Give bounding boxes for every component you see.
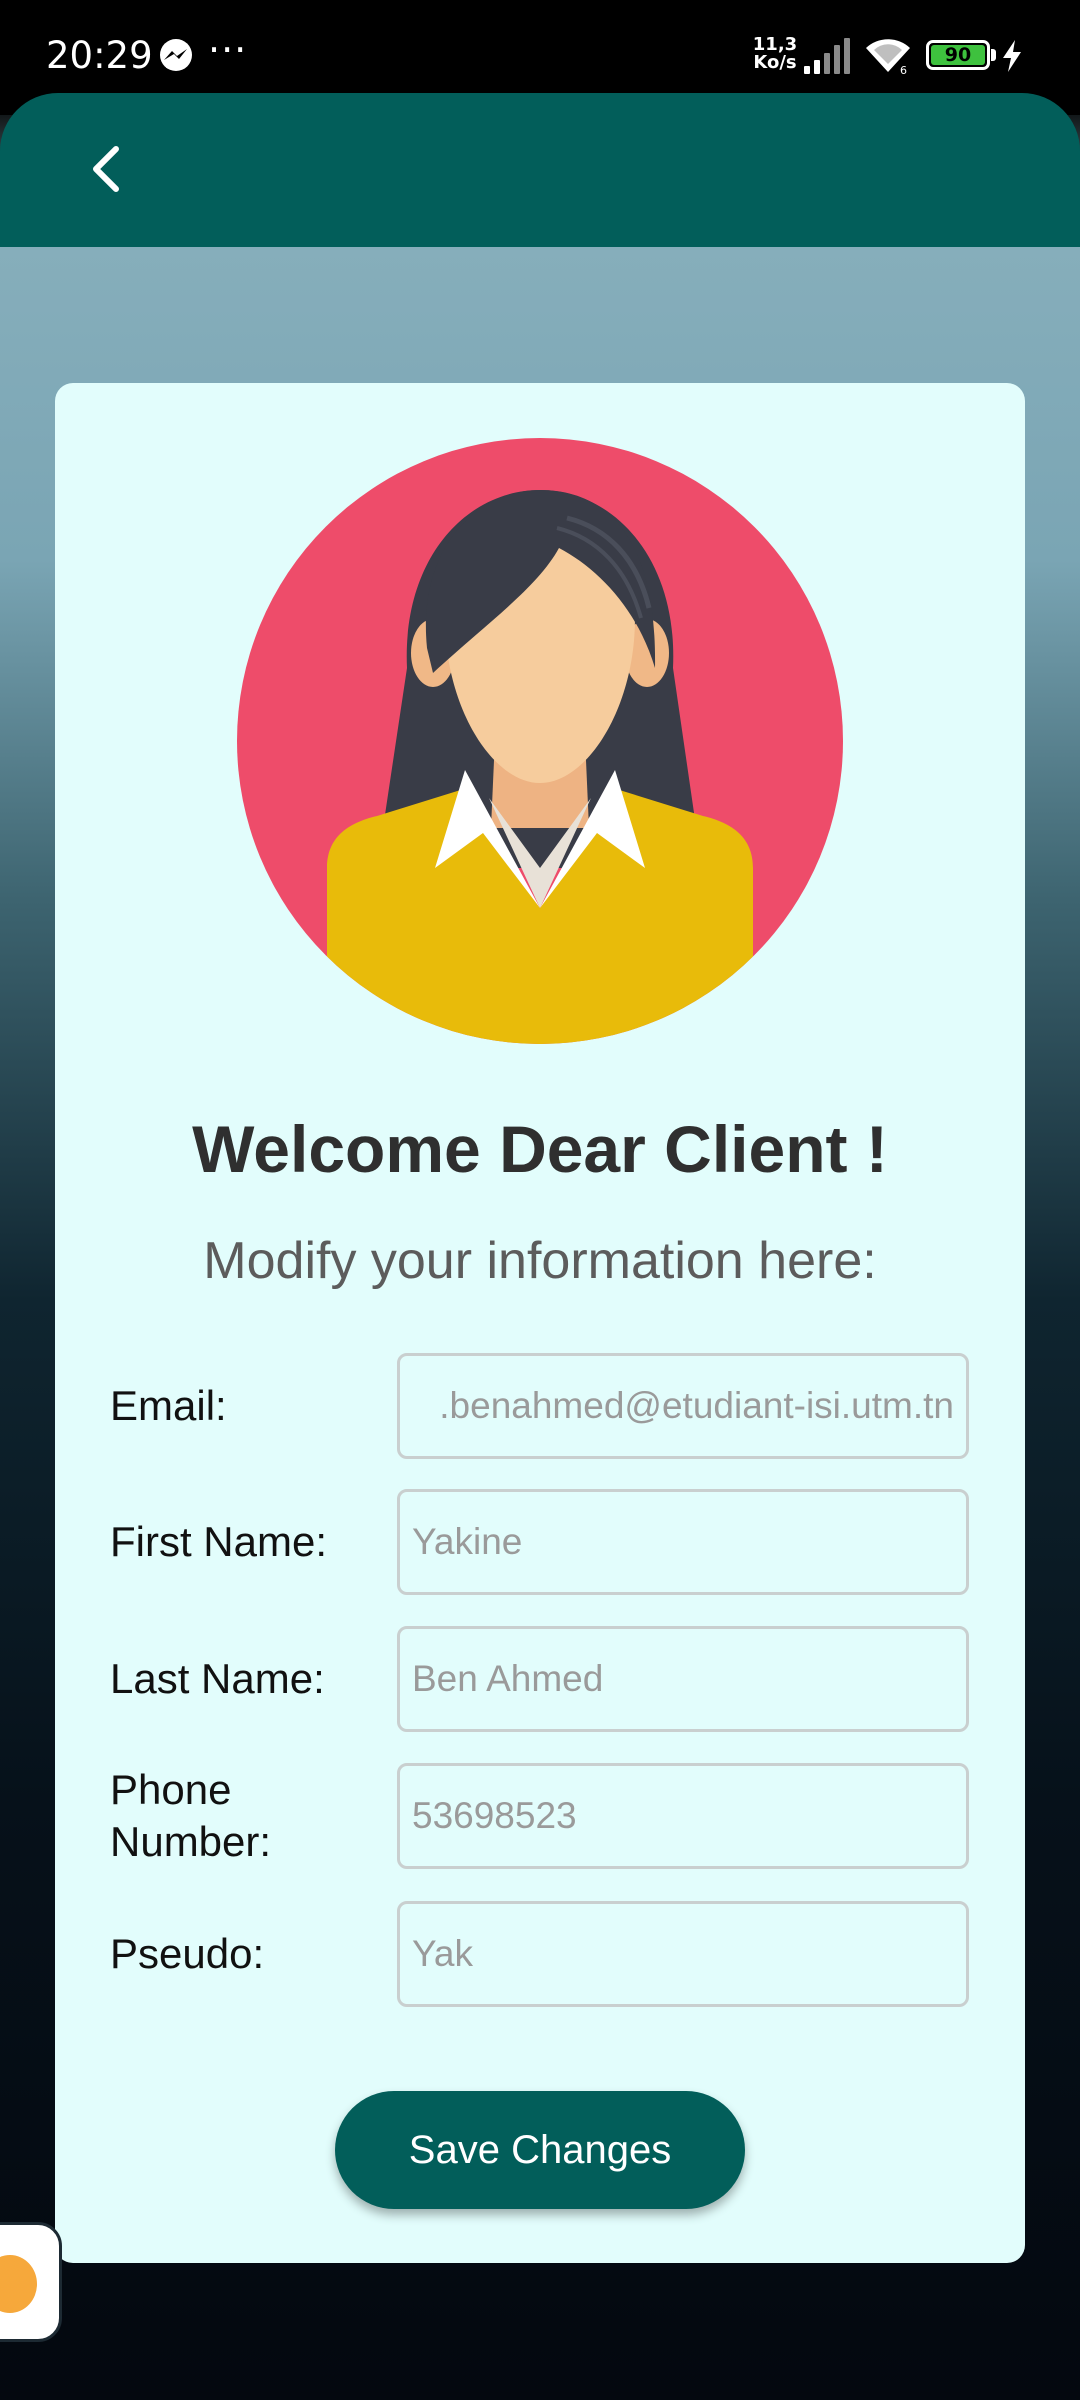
svg-text:6: 6	[900, 64, 907, 76]
wifi-icon: 6	[866, 39, 910, 76]
last-name-label: Last Name:	[110, 1655, 325, 1702]
network-speed: 11,3 Ko/s	[752, 36, 798, 72]
battery-icon: 90	[926, 40, 990, 70]
save-changes-button[interactable]: Save Changes	[335, 2091, 745, 2209]
pseudo-row: Pseudo:	[55, 1901, 1025, 2007]
phone-number-label: Phone Number:	[110, 1766, 272, 1865]
messenger-icon	[160, 39, 192, 71]
chevron-left-icon	[93, 146, 119, 192]
assistant-icon	[0, 2255, 37, 2313]
profile-card: Welcome Dear Client ! Modify your inform…	[55, 383, 1025, 2263]
phone-number-row: Phone Number:	[55, 1763, 1025, 1869]
back-button[interactable]	[70, 133, 142, 205]
email-field[interactable]	[397, 1353, 969, 1459]
more-notifications-icon: ···	[208, 28, 248, 72]
phone-number-field[interactable]	[397, 1763, 969, 1869]
floating-assistant-bubble[interactable]	[0, 2222, 62, 2342]
email-row: Email:	[55, 1353, 1025, 1459]
battery-level: 90	[931, 45, 985, 65]
email-label: Email:	[110, 1382, 227, 1429]
welcome-subtitle: Modify your information here:	[203, 1232, 877, 1290]
status-time: 20:29	[46, 34, 153, 77]
battery-tip	[991, 49, 996, 61]
last-name-row: Last Name:	[55, 1626, 1025, 1732]
network-speed-unit: Ko/s	[753, 52, 797, 73]
charging-icon	[1003, 40, 1021, 72]
pseudo-field[interactable]	[397, 1901, 969, 2007]
first-name-label: First Name:	[110, 1518, 328, 1565]
screen: 20:29 ··· 11,3 Ko/s 6 90 Welcome Dear Cl…	[0, 0, 1080, 2400]
pseudo-label: Pseudo:	[110, 1930, 265, 1977]
signal-icon	[804, 38, 850, 74]
last-name-field[interactable]	[397, 1626, 969, 1732]
welcome-title: Welcome Dear Client !	[192, 1112, 888, 1186]
woman-avatar-icon	[237, 438, 843, 1044]
first-name-field[interactable]	[397, 1489, 969, 1595]
app-bar	[0, 93, 1080, 247]
first-name-row: First Name:	[55, 1489, 1025, 1595]
